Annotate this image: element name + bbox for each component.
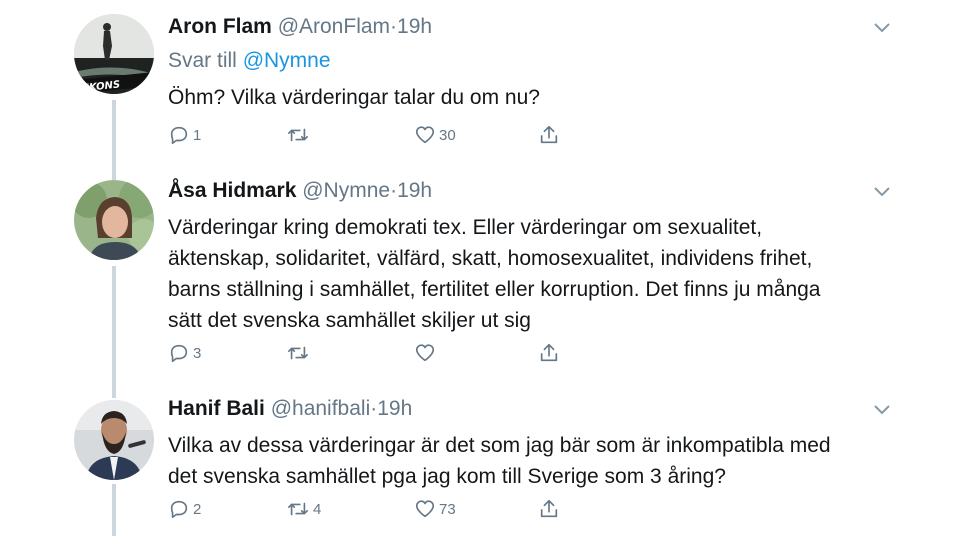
author-name[interactable]: Hanif Bali <box>168 397 265 420</box>
tweet-actions: 1 30 <box>168 122 668 148</box>
reply-count: 3 <box>193 344 202 362</box>
reply-mention-link[interactable]: @Nymne <box>243 49 331 72</box>
tweet-actions: 2 4 73 <box>168 496 668 522</box>
avatar[interactable] <box>74 400 154 480</box>
tweet-text-line: äktenskap, solidaritet, välfärd, skatt, … <box>168 247 813 270</box>
reply-count: 2 <box>193 500 202 518</box>
like-count: 30 <box>439 126 456 144</box>
heart-icon <box>415 344 435 362</box>
reply-icon <box>170 344 188 363</box>
share-icon <box>540 343 558 362</box>
heart-icon <box>415 126 435 144</box>
avatar[interactable]: EKONS <box>74 14 154 94</box>
tweet-text-line: Vilka av dessa värderingar är det som ja… <box>168 434 831 457</box>
avatar[interactable] <box>74 180 154 260</box>
author-name[interactable]: Aron Flam <box>168 15 272 38</box>
retweet-icon <box>288 128 308 142</box>
tweet[interactable]: Hanif Bali @hanifbali·19h Vilka av dessa… <box>0 396 960 536</box>
reply-icon <box>170 500 188 519</box>
tweet-text: Öhm? Vilka värderingar talar du om nu? <box>168 86 540 109</box>
author-name[interactable]: Åsa Hidmark <box>168 179 296 202</box>
chevron-down-icon[interactable] <box>872 402 892 416</box>
tweet-text: Värderingar kring demokrati tex. Eller v… <box>168 212 890 336</box>
reply-button[interactable]: 2 <box>168 496 201 522</box>
reply-button[interactable]: 1 <box>168 122 201 148</box>
like-button[interactable]: 30 <box>414 122 456 148</box>
timestamp[interactable]: 19h <box>397 179 432 202</box>
retweet-icon <box>288 346 308 360</box>
tweet-text-line: det svenska samhället pga jag kom till S… <box>168 465 726 488</box>
retweet-icon <box>288 502 308 516</box>
tweet-actions: 3 <box>168 340 668 366</box>
author-handle[interactable]: @hanifbali <box>271 397 371 420</box>
reply-button[interactable]: 3 <box>168 340 201 366</box>
like-count: 73 <box>439 500 456 518</box>
chevron-down-icon[interactable] <box>872 20 892 34</box>
retweet-button[interactable] <box>286 340 313 366</box>
retweet-button[interactable]: 4 <box>286 496 321 522</box>
reply-prefix: Svar till <box>168 49 243 72</box>
tweet-text-line: Värderingar kring demokrati tex. Eller v… <box>168 216 763 239</box>
like-button[interactable]: 73 <box>414 496 456 522</box>
chevron-down-icon[interactable] <box>872 184 892 198</box>
timestamp[interactable]: 19h <box>377 397 412 420</box>
heart-icon <box>415 500 435 518</box>
share-button[interactable] <box>538 340 560 366</box>
retweet-count: 4 <box>313 500 322 518</box>
share-button[interactable] <box>538 122 560 148</box>
like-button[interactable] <box>414 340 439 366</box>
tweet-text-line: barns ställning i samhället, fertilitet … <box>168 278 821 301</box>
retweet-button[interactable] <box>286 122 313 148</box>
tweet-text-line: sätt det svenska samhället skiljer ut si… <box>168 309 531 332</box>
author-handle[interactable]: @AronFlam <box>278 15 390 38</box>
avatar-image: EKONS <box>74 14 154 94</box>
share-icon <box>540 125 558 144</box>
reply-context: Svar till @Nymne <box>168 48 890 74</box>
timestamp[interactable]: 19h <box>397 15 432 38</box>
avatar-image <box>74 180 154 260</box>
share-icon <box>540 499 558 518</box>
tweet[interactable]: EKONS Aron Flam @AronFlam·19h Svar till … <box>0 14 960 164</box>
reply-icon <box>170 126 188 145</box>
share-button[interactable] <box>538 496 560 522</box>
avatar-image <box>74 400 154 480</box>
author-handle[interactable]: @Nymne <box>302 179 390 202</box>
separator: · <box>390 15 398 38</box>
tweet-text: Vilka av dessa värderingar är det som ja… <box>168 430 890 492</box>
reply-count: 1 <box>193 126 202 144</box>
tweet[interactable]: Åsa Hidmark @Nymne·19h Värderingar kring… <box>0 178 960 368</box>
